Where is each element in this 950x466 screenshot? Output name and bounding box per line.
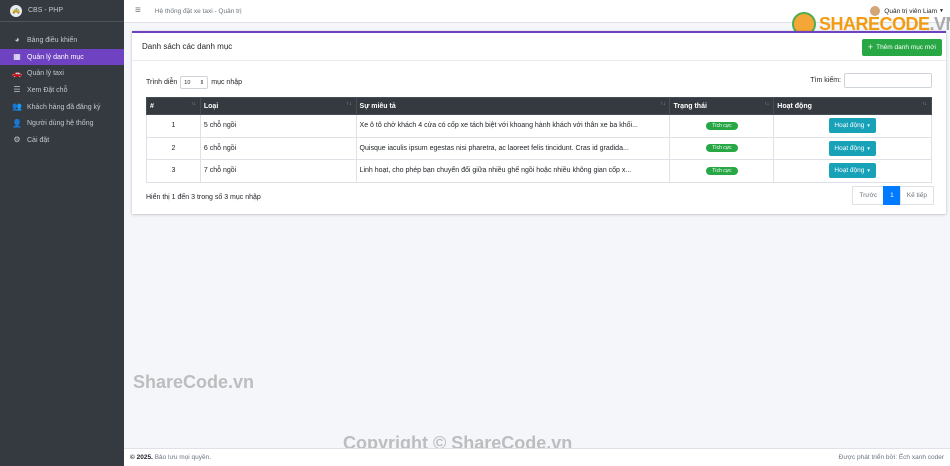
sidebar-item-label: Cài đặt xyxy=(27,136,50,144)
cell-number: 3 xyxy=(146,159,201,183)
pagination: Trước 1 Kế tiếp xyxy=(852,186,934,205)
add-category-button[interactable]: + Thêm danh mục mới xyxy=(861,39,942,56)
column-header-description[interactable]: Sự miêu tả ↑↓ xyxy=(355,97,671,115)
table-row: 1 5 chỗ ngồi Xe ô tô chở khách 4 cửa có … xyxy=(146,114,932,138)
brand-logo-icon: 🚕 xyxy=(10,4,22,17)
sidebar-item-label: Bảng điều khiển xyxy=(27,36,78,44)
sidebar: 🚕 CBS - PHP ◕ Bảng điều khiển ▦ Quản lý … xyxy=(0,0,124,466)
length-suffix: mục nhập xyxy=(211,79,243,86)
dashboard-icon: ◕ xyxy=(14,35,20,45)
cell-status: Tích cực xyxy=(669,159,775,183)
table-row: 3 7 chỗ ngồi Linh hoạt, cho phép bạn chu… xyxy=(146,159,932,183)
cell-number: 1 xyxy=(146,114,201,138)
cell-description: Quisque iaculis ipsum egestas nisi phare… xyxy=(355,136,671,160)
cell-description: Xe ô tô chở khách 4 cửa có cốp xe tách b… xyxy=(355,114,671,138)
action-dropdown-button[interactable]: Hoạt động ▼ xyxy=(829,118,876,134)
card-title: Danh sách các danh mục xyxy=(142,42,233,51)
select-arrows-icon: ⇕ xyxy=(199,79,205,86)
chevron-down-icon: ▼ xyxy=(866,145,871,151)
table-info: Hiển thị 1 đến 3 trong số 3 mục nhập xyxy=(146,194,261,201)
sidebar-item-customers[interactable]: 👥 Khách hàng đã đăng ký xyxy=(0,99,124,116)
cell-type: 5 chỗ ngồi xyxy=(199,114,357,138)
search-input[interactable] xyxy=(844,73,932,88)
gears-icon: ⚙ xyxy=(13,135,21,145)
table-controls: Trình diễn 10 ⇕ mục nhập Tìm kiếm: xyxy=(146,73,932,89)
menu-toggle-icon[interactable]: ≡ xyxy=(135,6,141,16)
sidebar-item-settings[interactable]: ⚙ Cài đặt xyxy=(0,132,124,149)
brand-name: CBS - PHP xyxy=(28,7,64,14)
user-group-icon: 👤 xyxy=(12,118,22,128)
table-header-row: # ↑↓ Loại ↑↓ Sự miêu tả ↑↓ Trạng thái ↑↓ Hoạ… xyxy=(146,97,932,115)
sidebar-item-label: Khách hàng đã đăng ký xyxy=(27,103,101,111)
sidebar-nav: ◕ Bảng điều khiển ▦ Quản lý danh mục 🚗 Q… xyxy=(0,32,124,149)
sidebar-item-categories[interactable]: ▦ Quản lý danh mục xyxy=(0,48,124,66)
chevron-down-icon: ▼ xyxy=(866,123,871,129)
status-badge: Tích cực xyxy=(706,121,738,130)
watermark-text: ShareCode.vn xyxy=(133,372,255,392)
cell-actions: Hoạt động ▼ xyxy=(773,114,932,138)
sidebar-item-label: Xem Đặt chỗ xyxy=(27,86,68,94)
car-icon: 🚗 xyxy=(12,68,22,78)
cell-status: Tích cực xyxy=(669,114,775,138)
page-footer: © 2025. Bảo lưu mọi quyền. Được phát tri… xyxy=(124,448,950,466)
column-header-type[interactable]: Loại ↑↓ xyxy=(199,97,357,115)
action-dropdown-button[interactable]: Hoạt động ▼ xyxy=(829,140,876,156)
cell-status: Tích cực xyxy=(669,136,775,160)
cell-actions: Hoạt động ▼ xyxy=(773,159,932,183)
cell-actions: Hoạt động ▼ xyxy=(773,136,932,160)
footer-developer: Được phát triển bởi: Ếch xanh coder xyxy=(838,454,944,461)
table-row: 2 6 chỗ ngồi Quisque iaculis ipsum egest… xyxy=(146,136,932,160)
sidebar-item-dashboard[interactable]: ◕ Bảng điều khiển xyxy=(0,32,124,49)
sidebar-item-label: Người dùng hệ thống xyxy=(27,120,94,128)
status-badge: Tích cực xyxy=(706,144,738,153)
sidebar-item-taxi[interactable]: 🚗 Quản lý taxi xyxy=(0,65,124,82)
sort-icon: ↑↓ xyxy=(660,101,666,107)
breadcrumb: Hệ thống đặt xe taxi - Quản trị xyxy=(154,7,242,15)
card-header: Danh sách các danh mục xyxy=(132,33,946,61)
sidebar-item-label: Quản lý danh mục xyxy=(27,53,84,61)
length-prefix: Trình diễn xyxy=(146,79,178,86)
search-control: Tìm kiếm: xyxy=(810,73,932,88)
cell-description: Linh hoạt, cho phép bạn chuyển đổi giữa … xyxy=(355,159,671,183)
column-header-actions[interactable]: Hoạt động ↑↓ xyxy=(773,97,932,115)
pagination-next[interactable]: Kế tiếp xyxy=(899,186,934,205)
column-header-number[interactable]: # ↑↓ xyxy=(146,97,201,115)
column-header-status[interactable]: Trạng thái ↑↓ xyxy=(669,97,775,115)
categories-card: Danh sách các danh mục + Thêm danh mục m… xyxy=(132,31,946,214)
search-label: Tìm kiếm: xyxy=(810,77,841,84)
plus-icon: + xyxy=(867,42,874,52)
sort-icon: ↑↓ xyxy=(922,101,927,107)
pagination-prev[interactable]: Trước xyxy=(852,186,885,205)
status-badge: Tích cực xyxy=(706,166,738,175)
categories-table: # ↑↓ Loại ↑↓ Sự miêu tả ↑↓ Trạng thái ↑↓ Hoạ… xyxy=(146,97,932,183)
sort-icon: ↑↓ xyxy=(764,101,770,107)
users-icon: 👥 xyxy=(12,102,22,112)
pagination-page[interactable]: 1 xyxy=(883,186,901,205)
list-icon: ☰ xyxy=(13,85,21,95)
footer-copyright: © 2025. Bảo lưu mọi quyền. xyxy=(130,454,212,461)
length-value: 10 xyxy=(184,79,191,86)
sort-icon: ↑↓ xyxy=(346,101,352,107)
cell-type: 6 chỗ ngồi xyxy=(199,136,357,160)
grid-icon: ▦ xyxy=(13,52,21,62)
length-control: Trình diễn 10 ⇕ mục nhập xyxy=(146,76,242,89)
cell-type: 7 chỗ ngồi xyxy=(199,159,357,183)
sidebar-item-system-users[interactable]: 👤 Người dùng hệ thống xyxy=(0,115,124,132)
chevron-down-icon: ▼ xyxy=(866,168,871,174)
add-category-label: Thêm danh mục mới xyxy=(876,44,936,51)
length-select[interactable]: 10 ⇕ xyxy=(180,76,209,89)
sort-icon: ↑↓ xyxy=(190,101,196,107)
brand-link[interactable]: 🚕 CBS - PHP xyxy=(0,0,124,22)
action-dropdown-button[interactable]: Hoạt động ▼ xyxy=(829,163,876,179)
sidebar-item-label: Quản lý taxi xyxy=(27,70,64,78)
sidebar-item-bookings[interactable]: ☰ Xem Đặt chỗ xyxy=(0,82,124,99)
cell-number: 2 xyxy=(146,136,201,160)
